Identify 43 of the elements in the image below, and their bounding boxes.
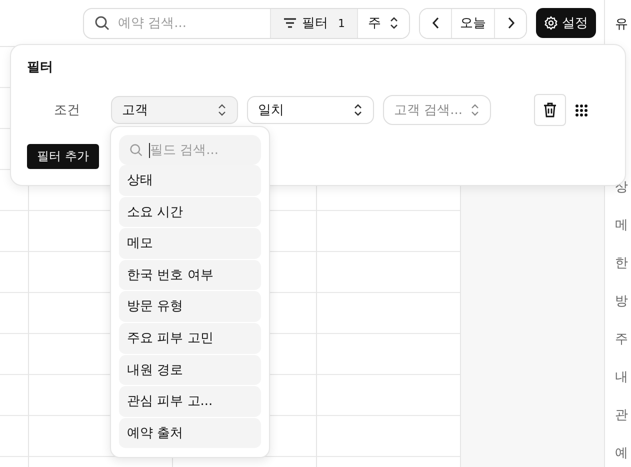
value-select[interactable]: 고객 검색...	[383, 95, 491, 125]
chevron-right-icon	[506, 17, 514, 29]
view-select[interactable]: 주	[357, 8, 409, 38]
text-cursor	[149, 143, 150, 158]
chevron-up-down-icon	[353, 103, 363, 117]
chevron-up-down-icon	[389, 16, 399, 30]
panel-label: 내	[615, 369, 629, 386]
add-filter-button[interactable]: 필터 추가	[27, 144, 99, 169]
chevron-up-down-icon	[470, 103, 480, 117]
field-option[interactable]: 한국 번호 여부	[119, 260, 261, 292]
panel-label: 주	[615, 331, 629, 348]
panel-label: 방	[615, 293, 629, 310]
field-option[interactable]: 내원 경로	[119, 354, 261, 386]
search-icon	[94, 15, 110, 31]
gear-icon	[544, 16, 558, 30]
today-button[interactable]: 오늘	[451, 8, 495, 38]
search-field[interactable]: 예약 검색...	[116, 14, 260, 32]
search-icon	[129, 143, 143, 157]
panel-label: 한	[615, 255, 629, 272]
panel-label: 예	[615, 445, 629, 462]
settings-button[interactable]: 설정	[536, 8, 596, 38]
field-option[interactable]: 주요 피부 고민	[119, 322, 261, 355]
field-option[interactable]: 예약 출처	[119, 418, 261, 450]
field-option[interactable]: 관심 피부 고...	[119, 386, 261, 418]
chevron-up-down-icon	[217, 103, 227, 117]
trash-icon	[543, 102, 557, 118]
field-option[interactable]: 메모	[119, 228, 261, 260]
operator-select[interactable]: 일치	[247, 96, 374, 124]
field-option[interactable]: 상태	[119, 165, 261, 197]
filter-button[interactable]: 필터 1	[270, 8, 357, 38]
field-option[interactable]: 방문 유형	[119, 291, 261, 323]
panel-title: 필터	[27, 59, 54, 77]
chevron-left-icon	[432, 17, 440, 29]
panel-label: 메	[615, 217, 629, 234]
panel-header: 유	[615, 16, 629, 34]
panel-label: 관	[615, 407, 629, 424]
field-option[interactable]: 소요 시간	[119, 196, 261, 228]
filter-icon	[283, 17, 297, 29]
field-select[interactable]: 고객	[111, 96, 238, 124]
condition-label: 조건	[53, 102, 81, 119]
field-search-field[interactable]: 필드 검색...	[119, 135, 261, 165]
grip-icon[interactable]	[575, 104, 588, 116]
delete-button[interactable]	[534, 94, 566, 126]
